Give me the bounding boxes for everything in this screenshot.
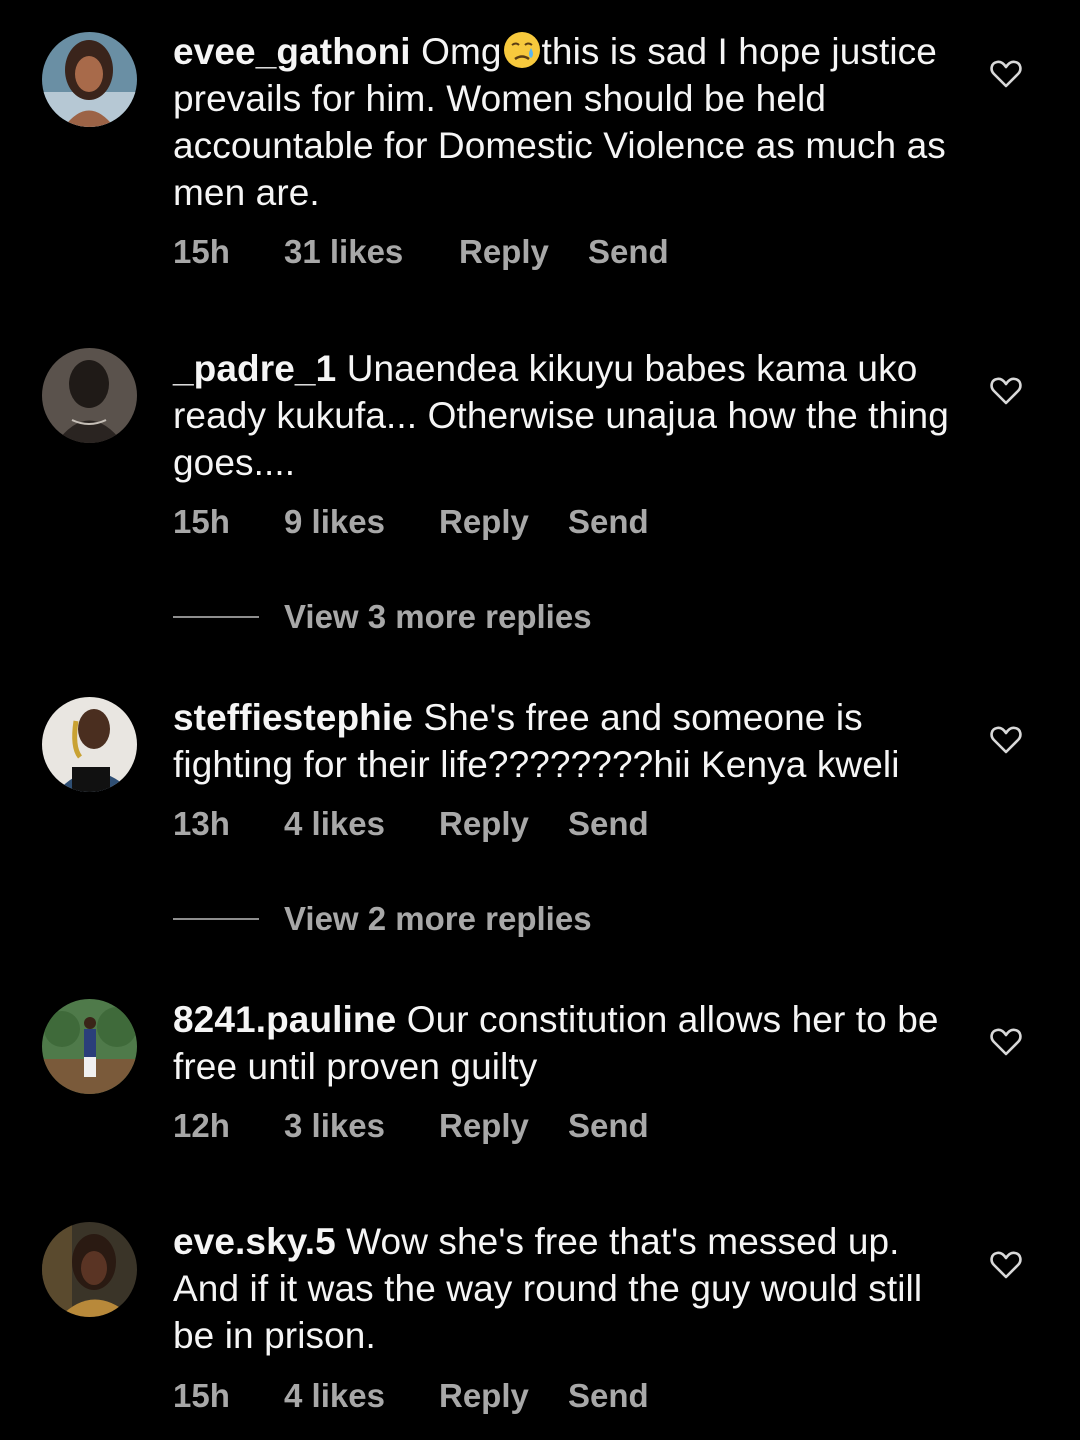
comment-text: steffiestephie She's free and someone is…	[173, 694, 963, 788]
reply-button[interactable]: Reply	[439, 1106, 529, 1146]
comment-username[interactable]: 8241.pauline	[173, 999, 396, 1040]
view-more-replies-label: View 3 more replies	[284, 598, 592, 635]
heart-outline-icon[interactable]	[990, 59, 1022, 89]
view-more-replies[interactable]: View 3 more replies	[173, 597, 773, 637]
replies-divider	[173, 616, 259, 618]
comment-username[interactable]: _padre_1	[173, 348, 336, 389]
crying-face-emoji-icon	[502, 30, 542, 70]
likes-count[interactable]: 31 likes	[284, 232, 403, 272]
reply-button[interactable]: Reply	[459, 232, 549, 272]
comment-text: 8241.pauline Our constitution allows her…	[173, 996, 963, 1090]
comment-username[interactable]: steffiestephie	[173, 697, 413, 738]
avatar[interactable]	[42, 32, 137, 127]
reply-button[interactable]: Reply	[439, 502, 529, 542]
avatar[interactable]	[42, 348, 137, 443]
send-button[interactable]: Send	[568, 804, 649, 844]
avatar[interactable]	[42, 1222, 137, 1317]
likes-count[interactable]: 9 likes	[284, 502, 385, 542]
reply-button[interactable]: Reply	[439, 1376, 529, 1416]
comment-time: 15h	[173, 233, 230, 270]
reply-button[interactable]: Reply	[439, 804, 529, 844]
likes-count[interactable]: 4 likes	[284, 804, 385, 844]
heart-outline-icon[interactable]	[990, 725, 1022, 755]
send-button[interactable]: Send	[568, 502, 649, 542]
comment-username[interactable]: evee_gathoni	[173, 31, 411, 72]
comment-body: Omg	[421, 31, 502, 72]
comment-time: 15h	[173, 1377, 230, 1414]
comment-text: _padre_1 Unaendea kikuyu babes kama uko …	[173, 345, 963, 486]
view-more-replies[interactable]: View 2 more replies	[173, 899, 773, 939]
send-button[interactable]: Send	[568, 1376, 649, 1416]
avatar[interactable]	[42, 999, 137, 1094]
comment-username[interactable]: eve.sky.5	[173, 1221, 336, 1262]
likes-count[interactable]: 4 likes	[284, 1376, 385, 1416]
likes-count[interactable]: 3 likes	[284, 1106, 385, 1146]
comment-time: 13h	[173, 805, 230, 842]
heart-outline-icon[interactable]	[990, 376, 1022, 406]
view-more-replies-label: View 2 more replies	[284, 900, 592, 937]
replies-divider	[173, 918, 259, 920]
heart-outline-icon[interactable]	[990, 1250, 1022, 1280]
comment-text: eve.sky.5 Wow she's free that's messed u…	[173, 1218, 963, 1359]
comment-text: evee_gathoni Omg this is sad I hope just…	[173, 28, 963, 216]
comment-time: 12h	[173, 1107, 230, 1144]
heart-outline-icon[interactable]	[990, 1027, 1022, 1057]
send-button[interactable]: Send	[588, 232, 669, 272]
avatar[interactable]	[42, 697, 137, 792]
comment-time: 15h	[173, 503, 230, 540]
send-button[interactable]: Send	[568, 1106, 649, 1146]
